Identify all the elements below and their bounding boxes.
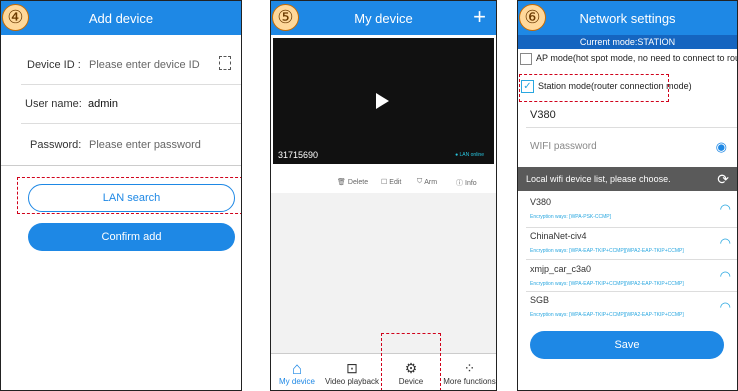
divider — [526, 127, 737, 128]
grid-icon: ⁘ — [463, 360, 476, 376]
divider — [526, 259, 737, 260]
wifi-list-header: Local wifi device list, please choose. ⟳ — [518, 167, 737, 191]
wifi-list-item[interactable]: SGB Encryption ways: [WPA-EAP-TKIP+CCMP]… — [518, 295, 737, 325]
wifi-icon: ◠ — [719, 268, 731, 283]
current-mode-bar: Current mode:STATION — [518, 35, 737, 49]
device-id-input[interactable]: Please enter device ID — [89, 59, 200, 71]
gear-icon: ⚙ — [404, 360, 418, 376]
info-icon: ⓘ — [456, 180, 463, 187]
scan-qr-icon[interactable] — [219, 56, 231, 70]
divider — [526, 227, 737, 228]
device-number: 31715690 — [278, 150, 319, 160]
shield-icon: ⛉ — [417, 178, 423, 185]
page-title: Network settings — [579, 10, 676, 26]
nav-device[interactable]: ⚙ Device — [384, 360, 438, 386]
home-icon: ⌂ — [291, 359, 303, 378]
ap-mode-label: AP mode(hot spot mode, no need to connec… — [536, 53, 738, 63]
header: Add device — [1, 1, 241, 35]
edit-button[interactable]: ☐ Edit — [381, 178, 401, 187]
page-title: Add device — [88, 10, 154, 26]
device-list-area — [271, 193, 496, 353]
delete-button[interactable]: 🗑 Delete — [337, 178, 368, 187]
ap-mode-checkbox[interactable] — [520, 53, 532, 65]
nav-more-functions[interactable]: ⁘ More functions — [441, 360, 496, 386]
info-button[interactable]: ⓘ Info — [456, 178, 477, 188]
wifi-icon: ◠ — [719, 299, 731, 314]
lan-search-button[interactable]: LAN search — [28, 184, 235, 212]
divider — [1, 165, 241, 166]
status-badge: ● LAN online — [455, 152, 484, 158]
wifi-list-item[interactable]: V380 Encryption ways: [WPA-PSK-CCMP] ◠ — [518, 197, 737, 227]
header: Network settings — [518, 1, 737, 35]
wifi-list-item[interactable]: ChinaNet-civ4 Encryption ways: [WPA-EAP-… — [518, 231, 737, 261]
my-device-screen: My device + ⑤ 31715690 ● LAN online 🗑 Del… — [270, 0, 497, 391]
add-icon[interactable]: + — [473, 6, 486, 28]
ssid-input[interactable]: V380 — [530, 109, 556, 121]
eye-icon[interactable]: ◉ — [716, 139, 727, 155]
save-button[interactable]: Save — [530, 331, 724, 359]
username-label: User name: — [25, 98, 82, 110]
password-label: Password: — [30, 139, 82, 151]
step-badge: ⑥ — [519, 4, 546, 31]
page-title: My device — [354, 10, 413, 26]
wifi-list-item[interactable]: xmjp_car_c3a0 Encryption ways: [WPA-EAP-… — [518, 264, 737, 294]
refresh-icon[interactable]: ⟳ — [717, 167, 729, 191]
station-mode-checkbox[interactable]: ✓ — [521, 80, 534, 93]
device-id-label: Device ID : — [27, 59, 81, 71]
nav-my-device[interactable]: ⌂ My device — [271, 360, 323, 386]
station-mode-label: Station mode(router connection mode) — [538, 81, 692, 91]
edit-icon: ☐ — [381, 179, 388, 186]
wifi-icon: ◠ — [719, 235, 731, 250]
password-input[interactable]: Please enter password — [89, 139, 201, 151]
wifi-icon: ◠ — [719, 201, 731, 216]
play-icon[interactable] — [376, 93, 389, 109]
confirm-add-button[interactable]: Confirm add — [28, 223, 235, 251]
add-device-screen: Add device ④ Device ID : Please enter de… — [0, 0, 242, 391]
header: My device + — [271, 1, 496, 35]
playback-icon: ⊡ — [346, 360, 358, 376]
step-badge: ⑤ — [272, 4, 299, 31]
username-input[interactable]: admin — [88, 98, 118, 110]
divider — [526, 291, 737, 292]
nav-video-playback[interactable]: ⊡ Video playback — [321, 360, 383, 386]
trash-icon: 🗑 — [337, 179, 346, 186]
divider — [21, 123, 241, 124]
wifi-password-input[interactable]: WIFI password — [530, 141, 597, 152]
network-settings-screen: Network settings ⑥ Current mode:STATION … — [517, 0, 738, 391]
video-preview[interactable]: 31715690 ● LAN online — [273, 38, 494, 164]
divider — [21, 84, 241, 85]
arm-button[interactable]: ⛉ Arm — [417, 178, 437, 186]
step-badge: ④ — [2, 4, 29, 31]
